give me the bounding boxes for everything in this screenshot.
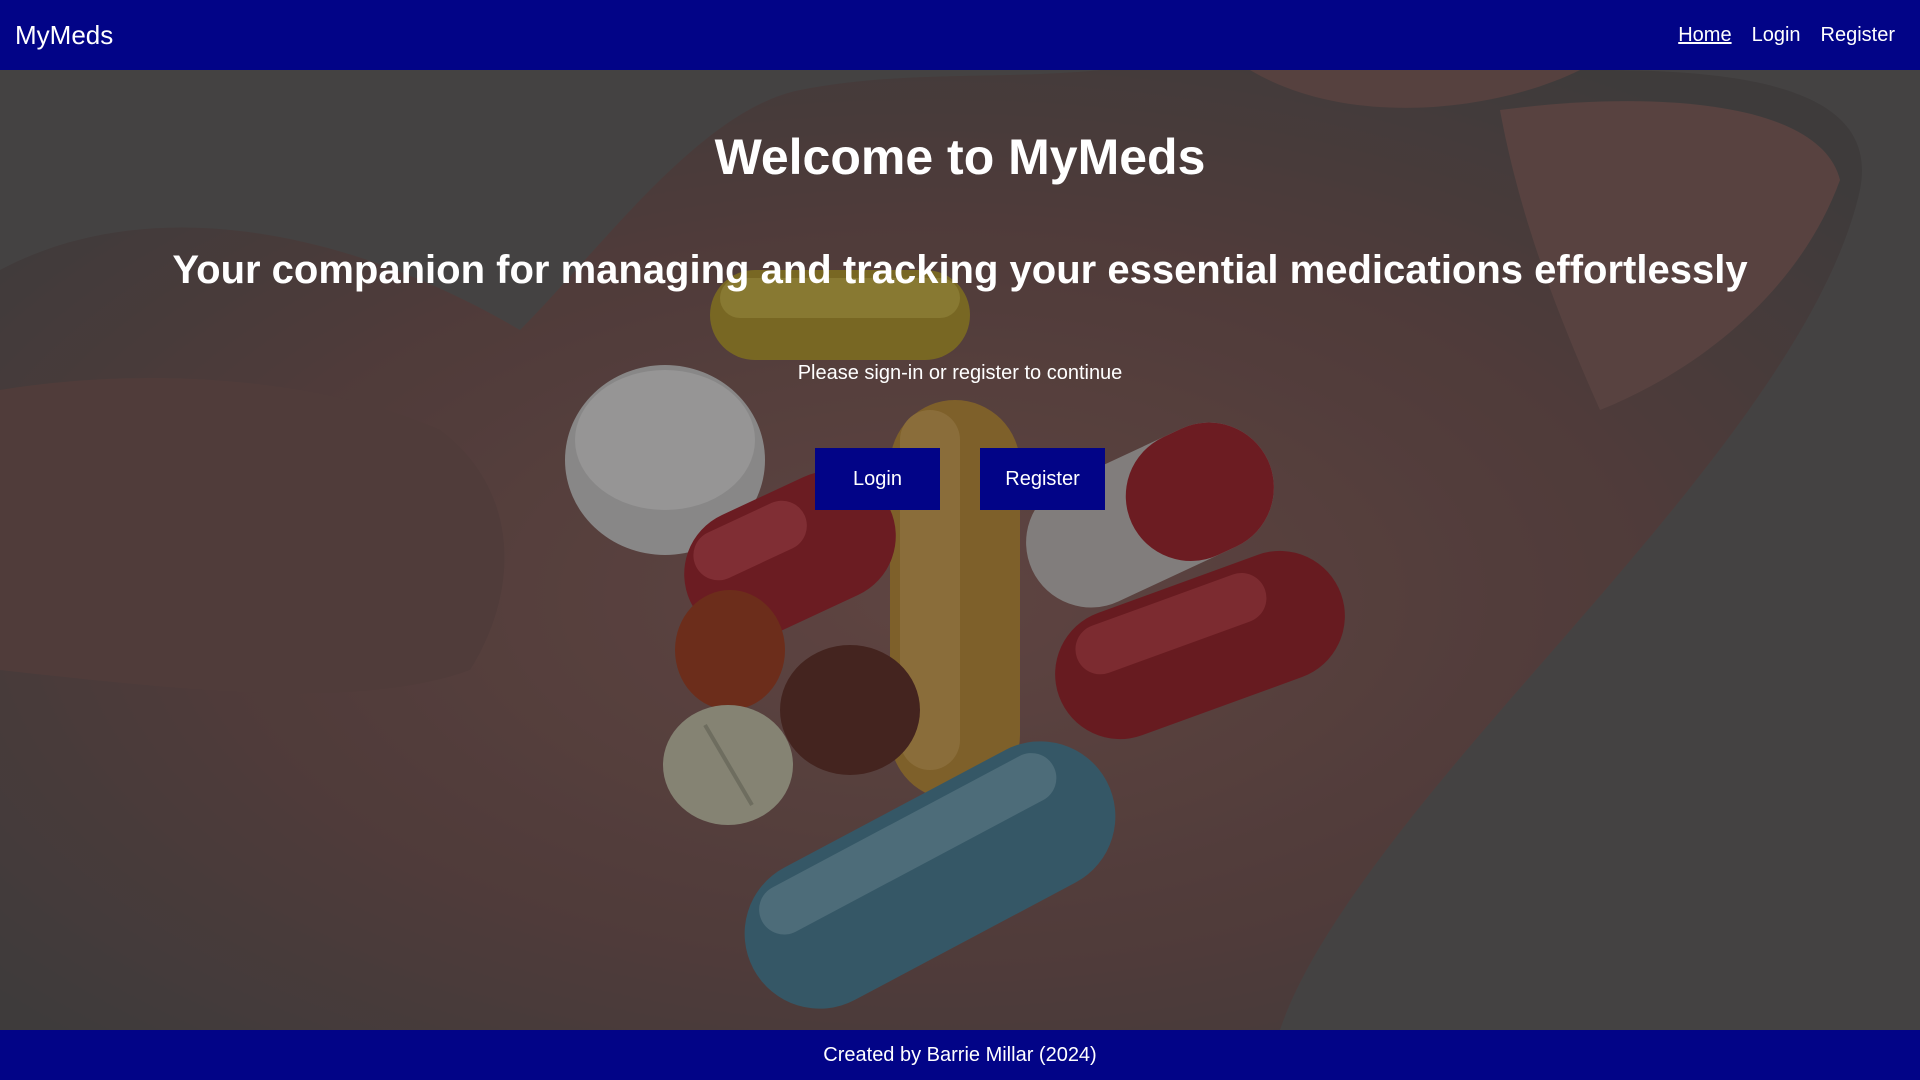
nav-link-login[interactable]: Login xyxy=(1752,24,1801,47)
sign-in-prompt: Please sign-in or register to continue xyxy=(797,362,1123,384)
register-button[interactable]: Register xyxy=(980,448,1105,510)
hero-content: Welcome to MyMeds Your companion for man… xyxy=(0,70,1920,1030)
nav-link-home[interactable]: Home xyxy=(1678,24,1731,47)
hero-title: Welcome to MyMeds xyxy=(714,129,1206,185)
brand-logo-link[interactable]: MyMeds xyxy=(15,20,113,51)
footer-credit: Created by Barrie Millar (2024) xyxy=(823,1043,1097,1066)
login-button[interactable]: Login xyxy=(815,448,940,510)
navbar: MyMeds Home Login Register xyxy=(0,0,1920,70)
nav-links: Home Login Register xyxy=(1678,24,1895,47)
nav-link-register[interactable]: Register xyxy=(1821,24,1895,47)
hero-section: Welcome to MyMeds Your companion for man… xyxy=(0,70,1920,1030)
page: MyMeds Home Login Register Welcome to My… xyxy=(0,0,1920,1080)
footer: Created by Barrie Millar (2024) xyxy=(0,1030,1920,1080)
hero-subtitle: Your companion for managing and tracking… xyxy=(172,248,1748,292)
